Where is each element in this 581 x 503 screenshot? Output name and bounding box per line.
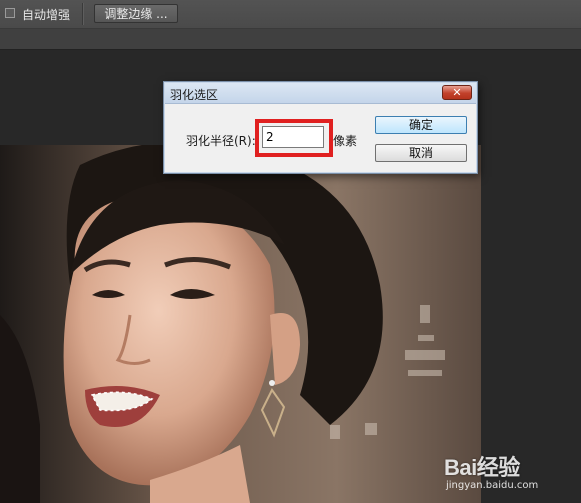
- options-divider: [82, 3, 83, 25]
- highlight-annotation: [255, 119, 333, 157]
- pixels-unit-label: 像素: [333, 134, 358, 148]
- cancel-button[interactable]: 取消: [375, 144, 467, 162]
- auto-enhance-label: 自动增强: [22, 8, 71, 22]
- document-photo[interactable]: [0, 145, 481, 503]
- ok-button[interactable]: 确定: [375, 116, 467, 134]
- close-button[interactable]: ✕: [442, 85, 472, 100]
- refine-edge-button[interactable]: 调整边缘 ...: [94, 4, 178, 23]
- options-bar: 自动增强 调整边缘 ...: [0, 0, 581, 29]
- watermark-brand: Bai经验: [444, 455, 520, 480]
- baidu-watermark: Bai经验 jingyan.baidu.com: [442, 440, 578, 500]
- auto-enhance-checkbox[interactable]: [5, 8, 15, 18]
- document-tab-strip: [0, 29, 581, 50]
- feather-radius-label: 羽化半径(R):: [186, 134, 256, 148]
- dialog-titlebar[interactable]: 羽化选区 ✕: [165, 83, 476, 104]
- watermark-url: jingyan.baidu.com: [446, 480, 539, 491]
- dialog-title: 羽化选区: [170, 88, 219, 102]
- portrait-image: [0, 145, 481, 503]
